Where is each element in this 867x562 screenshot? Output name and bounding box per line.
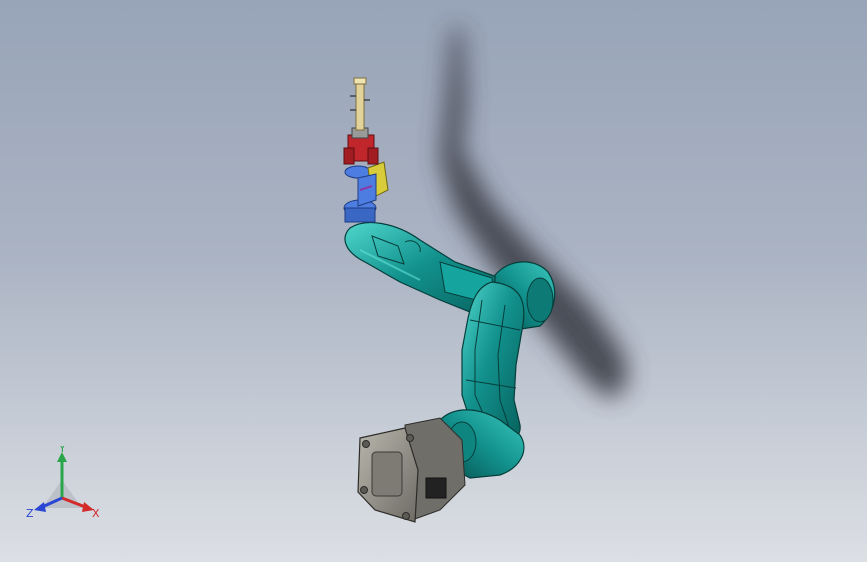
y-axis-label: Y <box>58 446 66 455</box>
tool-shaft[interactable] <box>350 77 370 131</box>
base-motor[interactable] <box>357 417 466 523</box>
z-axis-arrowhead <box>34 502 46 512</box>
model-scene[interactable] <box>0 0 867 562</box>
gripper[interactable] <box>343 127 379 165</box>
graphics-viewport[interactable]: Y X Z <box>0 0 867 562</box>
z-axis-label: Z <box>26 507 34 520</box>
view-orientation-triad[interactable]: Y X Z <box>22 446 112 526</box>
x-axis-label: X <box>92 507 100 520</box>
